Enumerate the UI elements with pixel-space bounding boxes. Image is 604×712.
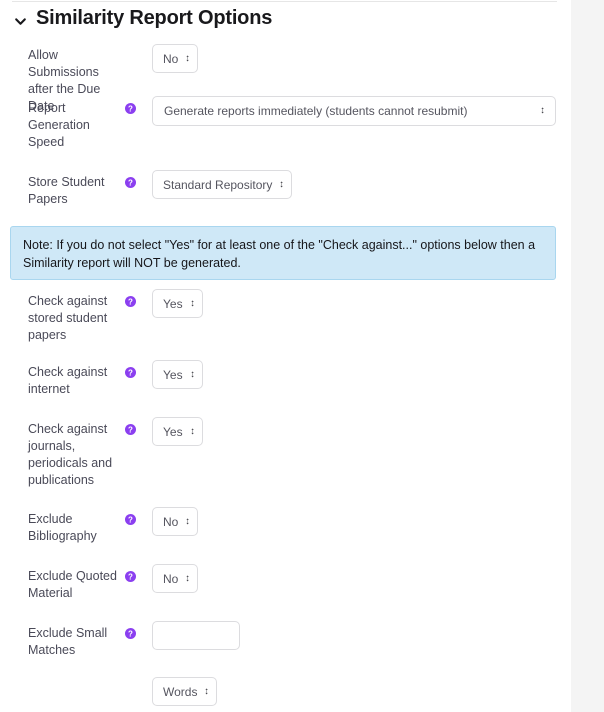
svg-text:?: ? <box>128 629 133 638</box>
row-label: Exclude Quoted Material <box>28 568 124 602</box>
chevron-down-icon[interactable] <box>14 15 27 28</box>
check-against-stored-student-papers-select[interactable]: Yes ↕ <box>152 289 203 318</box>
row-label: Check against stored student papers <box>28 293 124 344</box>
select-value: Words <box>163 685 197 699</box>
select-arrow-icon: ↕ <box>205 687 209 697</box>
similarity-report-options-page: Similarity Report Options Allow Submissi… <box>0 0 604 712</box>
check-against-journals-select[interactable]: Yes ↕ <box>152 417 203 446</box>
select-value: Yes <box>163 425 183 439</box>
svg-text:?: ? <box>128 178 133 187</box>
help-circle-icon[interactable]: ? <box>125 571 136 582</box>
help-circle-icon[interactable]: ? <box>125 424 136 435</box>
small-matches-unit-select[interactable]: Words ↕ <box>152 677 217 706</box>
similarity-report-note: Note: If you do not select "Yes" for at … <box>10 226 556 280</box>
row-label: Store Student Papers <box>28 174 124 208</box>
select-arrow-icon: ↕ <box>190 299 194 309</box>
store-student-papers-select[interactable]: Standard Repository ↕ <box>152 170 292 199</box>
allow-submissions-after-due-date-select[interactable]: No ↕ <box>152 44 198 73</box>
row-label: Exclude Small Matches <box>28 625 124 659</box>
select-arrow-icon: ↕ <box>190 427 194 437</box>
help-circle-icon[interactable]: ? <box>125 367 136 378</box>
svg-text:?: ? <box>128 572 133 581</box>
row-label: Check against internet <box>28 364 124 398</box>
svg-text:?: ? <box>128 368 133 377</box>
select-value: Yes <box>163 297 183 311</box>
note-text: Note: If you do not select "Yes" for at … <box>23 236 543 272</box>
svg-text:?: ? <box>128 104 133 113</box>
svg-text:?: ? <box>128 425 133 434</box>
top-divider <box>12 1 557 2</box>
select-arrow-icon: ↕ <box>280 180 284 190</box>
select-value: No <box>163 52 178 66</box>
help-circle-icon[interactable]: ? <box>125 514 136 525</box>
select-arrow-icon: ↕ <box>190 370 194 380</box>
select-arrow-icon: ↕ <box>540 106 544 116</box>
help-circle-icon[interactable]: ? <box>125 103 136 114</box>
help-circle-icon[interactable]: ? <box>125 177 136 188</box>
select-value: Yes <box>163 368 183 382</box>
row-label: Check against journals, periodicals and … <box>28 421 124 489</box>
row-label: Report Generation Speed <box>28 100 124 151</box>
select-arrow-icon: ↕ <box>186 574 190 584</box>
svg-text:?: ? <box>128 297 133 306</box>
select-arrow-icon: ↕ <box>186 54 190 64</box>
select-value: Generate reports immediately (students c… <box>164 104 533 118</box>
row-label: Exclude Bibliography <box>28 511 124 545</box>
select-value: No <box>163 515 178 529</box>
content-panel: Similarity Report Options Allow Submissi… <box>0 0 571 712</box>
select-arrow-icon: ↕ <box>186 517 190 527</box>
select-value: No <box>163 572 178 586</box>
page-title: Similarity Report Options <box>36 8 272 28</box>
exclude-bibliography-select[interactable]: No ↕ <box>152 507 198 536</box>
exclude-small-matches-input[interactable] <box>152 621 240 650</box>
svg-text:?: ? <box>128 515 133 524</box>
check-against-internet-select[interactable]: Yes ↕ <box>152 360 203 389</box>
help-circle-icon[interactable]: ? <box>125 628 136 639</box>
section-header-similarity-report-options[interactable]: Similarity Report Options <box>14 8 272 28</box>
select-value: Standard Repository <box>163 178 272 192</box>
help-circle-icon[interactable]: ? <box>125 296 136 307</box>
exclude-quoted-material-select[interactable]: No ↕ <box>152 564 198 593</box>
report-generation-speed-select[interactable]: Generate reports immediately (students c… <box>152 96 556 126</box>
